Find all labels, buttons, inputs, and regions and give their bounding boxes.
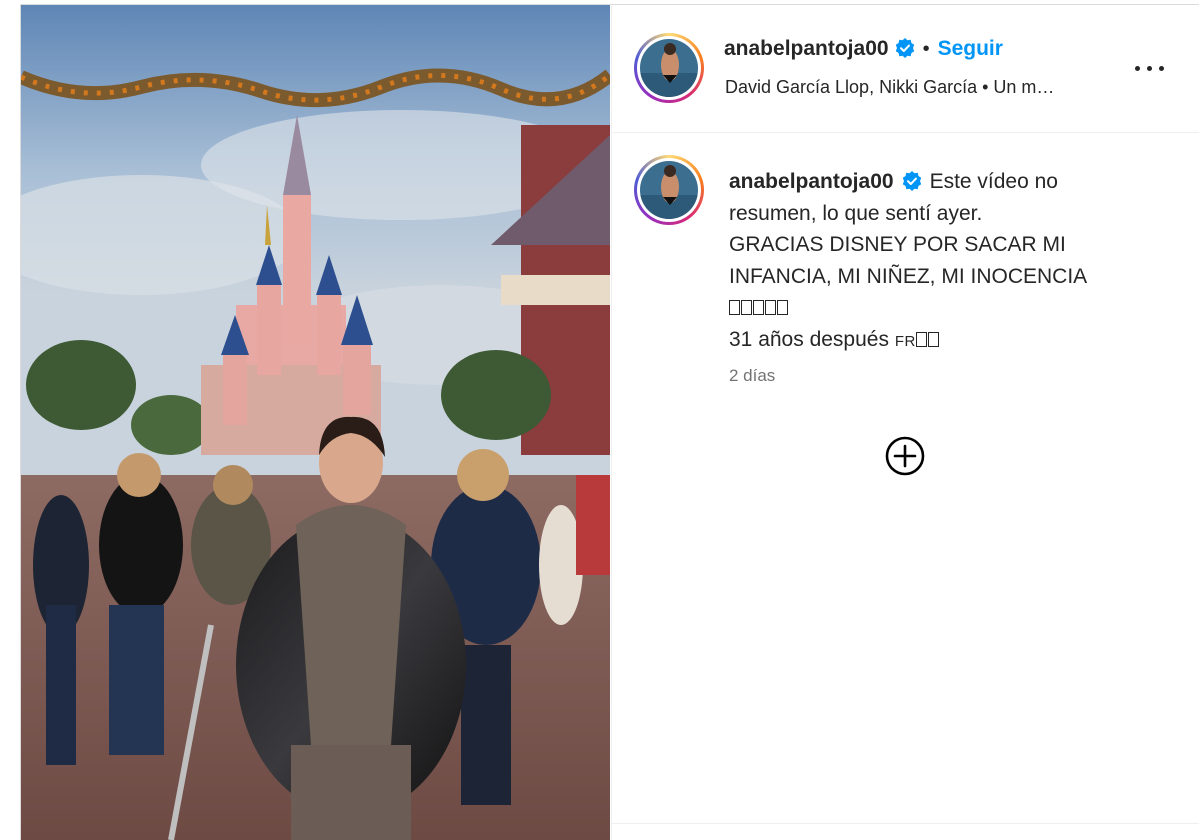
flag-emoji-text: FR bbox=[894, 332, 916, 350]
emoji-glyph bbox=[741, 300, 752, 315]
more-options-icon[interactable] bbox=[1132, 50, 1168, 86]
emoji-glyph bbox=[729, 300, 740, 315]
emoji-glyph bbox=[777, 300, 788, 315]
caption-line: INFANCIA, MI NIÑEZ, MI INOCENCIA bbox=[729, 264, 1088, 288]
author-avatar[interactable] bbox=[634, 33, 704, 103]
emoji-glyph bbox=[753, 300, 764, 315]
tagged-people-link[interactable]: David García Llop, Nikki García • Un m… bbox=[725, 77, 1054, 98]
caption-author-avatar[interactable] bbox=[634, 155, 704, 225]
follow-button[interactable]: Seguir bbox=[938, 37, 1003, 60]
author-username-link[interactable]: anabelpantoja00 bbox=[724, 37, 889, 60]
avatar-photo bbox=[640, 39, 698, 97]
disneyland-photo bbox=[21, 5, 610, 840]
add-comment-circle-icon[interactable] bbox=[884, 435, 926, 477]
caption-username-link[interactable]: anabelpantoja00 bbox=[729, 170, 894, 193]
emoji-row bbox=[729, 292, 1159, 324]
verified-badge-icon bbox=[902, 171, 921, 191]
post-caption: anabelpantoja00 Este vídeo no resumen, lo… bbox=[729, 166, 1159, 357]
post-details-panel: anabelpantoja00 • Seguir David García Llop… bbox=[611, 5, 1199, 840]
caption-line: 31 años después bbox=[729, 327, 889, 351]
verified-badge-icon bbox=[895, 38, 914, 58]
emoji-glyph bbox=[765, 300, 776, 315]
divider bbox=[612, 823, 1199, 824]
post-timestamp[interactable]: 2 días bbox=[729, 366, 775, 386]
emoji-glyph bbox=[915, 331, 927, 347]
caption-line: Este vídeo no bbox=[929, 170, 1058, 193]
separator-dot: • bbox=[922, 38, 930, 60]
caption-line: resumen, lo que sentí ayer. bbox=[729, 201, 983, 225]
avatar-photo bbox=[640, 161, 698, 219]
emoji-glyph bbox=[927, 331, 939, 347]
post-media-video[interactable] bbox=[21, 5, 610, 840]
caption-line: GRACIAS DISNEY POR SACAR MI bbox=[729, 233, 1066, 256]
post-header: anabelpantoja00 • Seguir David García Llop… bbox=[612, 5, 1199, 133]
